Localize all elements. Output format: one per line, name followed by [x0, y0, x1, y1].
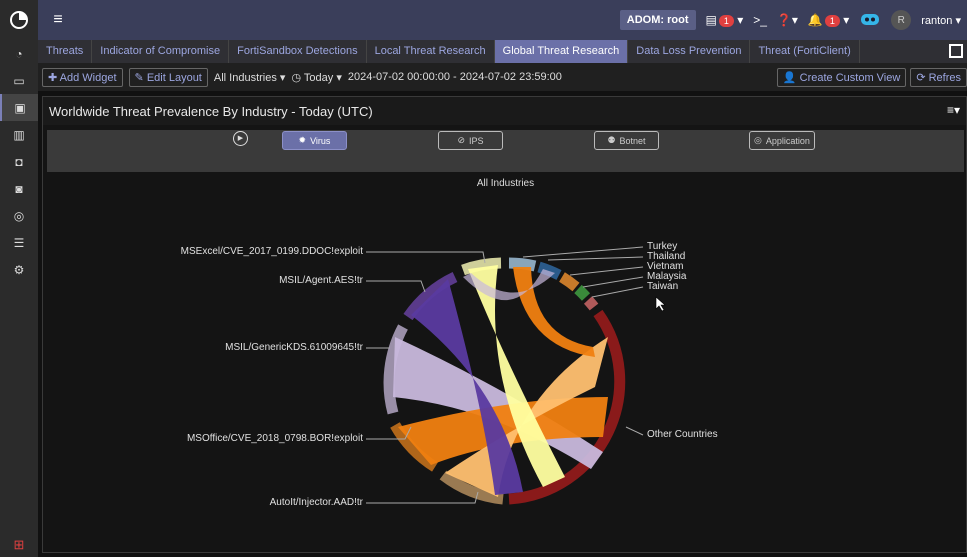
settings-icon[interactable]: ⚙: [0, 256, 38, 283]
arc-malaysia: [574, 284, 591, 301]
tab-dlp[interactable]: Data Loss Prevention: [628, 40, 751, 63]
tab-ioc[interactable]: Indicator of Compromise: [92, 40, 230, 63]
user-menu[interactable]: ranton ▾: [921, 14, 961, 27]
help-icon[interactable]: ❓▾: [777, 13, 798, 27]
tab-local-research[interactable]: Local Threat Research: [367, 40, 495, 63]
grid-menu-icon[interactable]: ▤ 1 ▾: [706, 13, 743, 27]
industry-dropdown[interactable]: All Industries ▾: [214, 71, 286, 84]
avatar[interactable]: R: [891, 10, 912, 30]
label-taiwan: Taiwan: [647, 281, 679, 292]
ribbon-small-1: [513, 267, 595, 357]
leader-msexcel: [366, 251, 486, 264]
time-dropdown[interactable]: ◷ Today ▾: [291, 71, 341, 84]
terminal-icon[interactable]: >_: [753, 13, 767, 27]
add-widget-label: Add Widget: [59, 71, 117, 84]
label-autoit: AutoIt/Injector.AAD!tr: [269, 497, 363, 508]
edit-layout-label: Edit Layout: [146, 71, 202, 84]
toolbar-right: 👤 Create Custom View ⟳ Refres: [776, 68, 967, 87]
chord-diagram: [366, 246, 666, 505]
tab-global-research[interactable]: Global Threat Research: [494, 40, 629, 63]
reports-icon[interactable]: ▥: [0, 121, 38, 148]
mouse-cursor-icon: [655, 296, 666, 312]
label-msil-generic: MSIL/GenericKDS.61009645!tr: [225, 342, 363, 353]
leader-taiwan: [591, 286, 644, 298]
dashboard-icon[interactable]: ◔: [0, 40, 38, 67]
toolbar: ✚ Add Widget ✎ Edit Layout All Industrie…: [38, 63, 967, 91]
arc-turkey: [508, 257, 537, 272]
devices-icon[interactable]: ▭: [0, 67, 38, 94]
leader-turkey: [522, 246, 644, 258]
bell-icon[interactable]: 🔔 1 ▾: [808, 13, 849, 27]
monitor-icon[interactable]: ◘: [0, 148, 38, 175]
refresh-button[interactable]: ⟳ Refres: [910, 68, 967, 87]
leader-malaysia: [582, 276, 644, 288]
edit-layout-button[interactable]: ✎ Edit Layout: [128, 67, 208, 87]
sidebar: ◔ ▭ ▣ ▥ ◘ ◙ ◎ ☰ ⚙ ⊞: [0, 40, 38, 557]
arc-taiwan: [583, 296, 599, 311]
panel-toggle-icon[interactable]: [949, 44, 963, 58]
event-icon[interactable]: ◙: [0, 175, 38, 202]
leader-autoit: [366, 491, 479, 504]
label-msoffice: MSOffice/CVE_2018_0798.BOR!exploit: [186, 433, 363, 444]
label-other-countries: Other Countries: [647, 429, 718, 440]
username: ranton: [921, 14, 953, 27]
refresh-label: Refres: [928, 72, 961, 84]
date-range: 2024-07-02 00:00:00 - 2024-07-02 23:59:0…: [347, 71, 562, 83]
tab-bar: Threats Indicator of Compromise FortiSan…: [38, 40, 967, 63]
time-value: Today: [303, 71, 334, 84]
menu-badge: 1: [718, 15, 734, 27]
label-msexcel: MSExcel/CVE_2017_0199.DDOC!exploit: [180, 246, 363, 257]
add-widget-button[interactable]: ✚ Add Widget: [42, 67, 123, 87]
adom-selector[interactable]: ADOM: root: [619, 10, 696, 30]
app-logo[interactable]: [0, 0, 38, 40]
leader-msil-agent: [366, 280, 426, 293]
top-right-controls: ADOM: root ▤ 1 ▾ >_ ❓▾ 🔔 1 ▾ R ranton ▾: [619, 0, 967, 40]
alert-badge: 1: [824, 15, 840, 27]
tab-threats[interactable]: Threats: [38, 40, 93, 63]
tab-sandbox[interactable]: FortiSandbox Detections: [229, 40, 367, 63]
tab-forticlient[interactable]: Threat (FortiClient): [750, 40, 860, 63]
industry-value: All Industries: [213, 71, 277, 84]
create-custom-view-button[interactable]: 👤 Create Custom View: [776, 68, 907, 87]
fortinet-logo-icon: ⊞: [13, 537, 25, 552]
hamburger-menu-icon[interactable]: ≡: [38, 11, 78, 29]
incidents-icon[interactable]: ◎: [0, 202, 38, 229]
arc-vietnam: [559, 272, 580, 292]
label-msil-agent: MSIL/Agent.AES!tr: [279, 275, 363, 286]
create-view-label: Create Custom View: [799, 72, 901, 84]
log-view-icon[interactable]: ☰: [0, 229, 38, 256]
app-root: ≡ ADOM: root ▤ 1 ▾ >_ ❓▾ 🔔 1 ▾ R ranton ▾ …: [0, 0, 967, 557]
leader-vietnam: [569, 266, 644, 276]
leader-thailand: [547, 256, 644, 261]
top-bar: ≡ ADOM: root ▤ 1 ▾ >_ ❓▾ 🔔 1 ▾ R ranton ▾: [0, 0, 967, 40]
threat-prevalence-widget: Worldwide Threat Prevalence By Industry …: [42, 96, 967, 553]
bot-assistant-icon[interactable]: [859, 11, 881, 30]
fortiview-icon[interactable]: ▣: [0, 94, 38, 121]
leader-other: [625, 426, 644, 436]
